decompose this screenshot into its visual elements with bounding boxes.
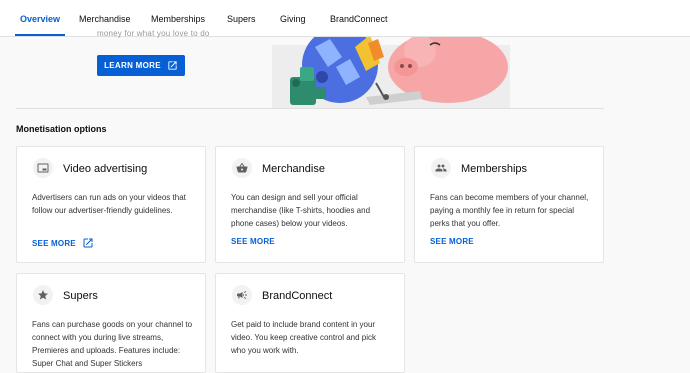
card-title: Memberships [461,163,528,175]
tab-brandconnect[interactable]: BrandConnect [330,0,388,36]
see-more-link[interactable]: SEE MORE [231,237,275,246]
divider [16,108,604,109]
card-brandconnect: BrandConnect Get paid to include brand c… [215,273,405,373]
tab-giving[interactable]: Giving [280,0,306,36]
card-description: Fans can purchase goods on your channel … [32,320,193,368]
card-memberships: Memberships Fans can become members of y… [414,146,604,263]
open-in-new-icon [168,61,177,70]
card-description: Advertisers can run ads on your videos t… [32,193,186,215]
card-supers: Supers Fans can purchase goods on your c… [16,273,206,373]
see-more-label: SEE MORE [231,237,275,246]
star-icon [33,285,53,305]
see-more-link[interactable]: SEE MORE [32,237,94,249]
hero-illustration [272,37,510,108]
card-merchandise: Merchandise You can design and sell your… [215,146,405,263]
card-video-advertising: Video advertising Advertisers can run ad… [16,146,206,263]
hero-partial-text: money for what you love to do [97,29,210,38]
card-description: Get paid to include brand content in you… [231,320,376,355]
see-more-link[interactable]: SEE MORE [430,237,474,246]
see-more-label: SEE MORE [32,238,76,248]
megaphone-icon [232,285,252,305]
hero-banner: money for what you love to do LEARN MORE [0,29,604,108]
card-title: Supers [63,290,98,302]
card-title: Video advertising [63,163,148,175]
see-more-label: SEE MORE [430,237,474,246]
tab-supers[interactable]: Supers [227,0,256,36]
video-ad-icon [33,158,53,178]
card-title: Merchandise [262,163,325,175]
section-title: Monetisation options [16,124,107,134]
learn-more-label: LEARN MORE [104,61,161,70]
people-icon [431,158,451,178]
card-title: BrandConnect [262,290,333,302]
learn-more-button[interactable]: LEARN MORE [97,55,185,76]
shopping-basket-icon [232,158,252,178]
tab-overview[interactable]: Overview [14,0,66,36]
card-description: You can design and sell your official me… [231,193,371,228]
card-description: Fans can become members of your channel,… [430,193,589,228]
open-in-new-icon [83,238,93,248]
